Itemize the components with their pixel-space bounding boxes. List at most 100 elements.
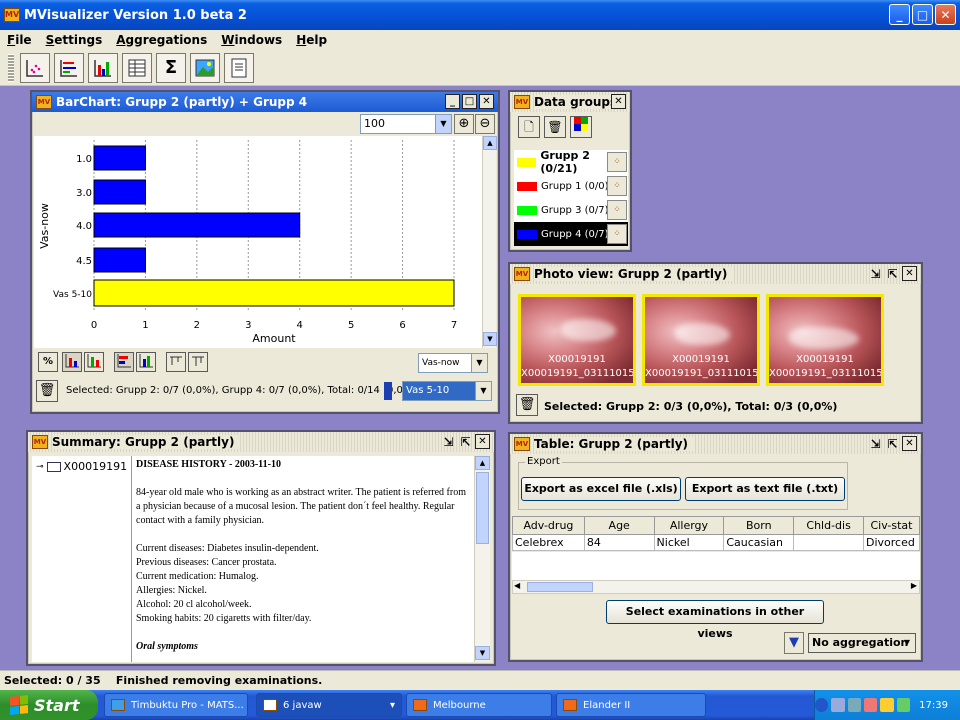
stacked-bars-icon[interactable] [84,352,104,372]
user-icon[interactable] [880,698,894,712]
barchart-titlebar[interactable]: MV BarChart: Grupp 2 (partly) + Grupp 4 … [32,92,498,112]
restore-icon[interactable]: ⇲ [441,434,456,449]
summary-titlebar[interactable]: MV Summary: Grupp 2 (partly) ⇲ ⇱ ✕ [28,432,494,452]
undock-icon[interactable]: ⇱ [885,266,900,281]
column-header[interactable]: Adv-drug [512,516,585,535]
table-titlebar[interactable]: MV Table: Grupp 2 (partly) ⇲ ⇱ ✕ [510,434,921,454]
photo-thumbnail[interactable]: X00019191 X00019191_03111015... [642,294,760,386]
category-select[interactable]: Vas 5-10 ▼ [402,381,492,401]
frame-maximize-button[interactable]: □ [462,94,477,109]
start-button[interactable]: Start [0,690,98,720]
network-icon[interactable] [831,698,845,712]
toolbar-grip[interactable] [8,53,14,82]
column-header[interactable]: Born [723,516,795,535]
taskbar-item[interactable]: Timbuktu Pro - MATS... [104,693,248,717]
zoom-select[interactable]: 100 ▼ [360,114,452,134]
table-row[interactable]: Celebrex 84 Nickel Caucasian Divorced [512,534,921,551]
group-points-icon[interactable]: ⁘ [607,176,627,196]
new-group-icon[interactable]: 🗋 [518,116,540,138]
table-icon[interactable] [122,52,152,83]
frame-close-button[interactable]: ✕ [902,436,917,451]
group-colors-icon[interactable] [570,116,592,138]
tree-item[interactable]: ⊸ X00019191 [36,460,127,473]
sort-ascending-icon[interactable] [166,352,186,372]
undock-icon[interactable]: ⇱ [885,436,900,451]
frame-close-button[interactable]: ✕ [475,434,490,449]
photoview-titlebar[interactable]: MV Photo view: Grupp 2 (partly) ⇲ ⇱ ✕ [510,264,921,284]
column-header[interactable]: Chld-dis [793,516,864,535]
sort-descending-icon[interactable] [188,352,208,372]
bar [93,145,146,171]
frame-close-button[interactable]: ✕ [479,94,494,109]
export-excel-button[interactable]: Export as excel file (.xls) [521,477,681,501]
datagroup-item-grupp-1[interactable]: Grupp 1 (0/0) ⁘ [514,174,628,198]
frame-close-button[interactable]: ✕ [902,266,917,281]
undock-icon[interactable]: ⇱ [458,434,473,449]
photo-thumbnail[interactable]: X00019191 X00019191_03111015... [518,294,636,386]
chart-vertical-scrollbar[interactable]: ▲ ▼ [482,136,497,348]
frame-close-button[interactable]: ✕ [611,94,626,109]
restore-icon[interactable]: ⇲ [868,266,883,281]
zoom-out-icon[interactable]: ⊖ [475,114,495,134]
datagroups-titlebar[interactable]: MV Data groups ✕ [510,92,630,112]
scroll-right-icon[interactable]: ▶ [911,581,917,590]
column-header[interactable]: Age [583,516,655,535]
scroll-down-icon[interactable]: ▼ [475,646,490,660]
menu-help[interactable]: Help [289,33,334,47]
close-button[interactable]: ✕ [935,4,956,25]
volume-icon[interactable] [896,698,911,712]
tray-arrow-icon[interactable] [815,698,829,712]
zoom-in-icon[interactable]: ⊕ [454,114,474,134]
minimize-button[interactable]: _ [889,4,910,25]
photo-icon[interactable] [190,52,220,83]
taskbar-item[interactable]: 6 javaw ▾ [256,693,402,717]
document-icon[interactable] [224,52,254,83]
menu-settings[interactable]: Settings [39,33,110,47]
photo-thumbnail[interactable]: X00019191 X00019191_03111015... [766,294,884,386]
bar-chart[interactable]: 0 1 2 3 4 5 6 7 Amount Vas-now 1.0 3.0 4.0 4.5 Vas 5-1… [34,136,482,348]
column-header[interactable]: Allergy [653,516,725,535]
aggregation-select[interactable]: No aggregation ▼ [808,633,916,653]
restore-icon[interactable]: ⇲ [868,436,883,451]
scroll-left-icon[interactable]: ◀ [514,581,520,590]
scroll-up-icon[interactable]: ▲ [475,456,490,470]
y-axis-variable-select[interactable]: Vas-now ▼ [418,353,488,373]
group-points-icon[interactable]: ⁘ [607,224,627,244]
table-horizontal-scrollbar[interactable]: ◀ ▶ [512,580,920,594]
taskbar-item[interactable]: Elander II [556,693,706,717]
grouped-bars-icon[interactable] [136,352,156,372]
taskbar-item[interactable]: Melbourne [406,693,552,717]
bar-chart-icon[interactable] [88,52,118,83]
delete-group-icon[interactable]: 🗑 [544,116,566,138]
vertical-bars-icon[interactable] [62,352,82,372]
frame-minimize-button[interactable]: _ [445,94,460,109]
column-header[interactable]: Civ-stat [862,516,921,535]
group-points-icon[interactable]: ⁘ [607,200,627,220]
filter-icon[interactable]: ▼ [784,632,804,654]
parallel-coords-icon[interactable] [54,52,84,83]
menu-aggregations[interactable]: Aggregations [109,33,214,47]
percent-button[interactable]: % [38,352,58,372]
trash-icon[interactable]: 🗑 [516,394,538,416]
datagroup-item-grupp-3[interactable]: Grupp 3 (0/7) ⁘ [514,198,628,222]
menu-file[interactable]: File [0,33,39,47]
horizontal-bars-icon[interactable] [114,352,134,372]
summary-scrollbar[interactable]: ▲ ▼ [474,456,490,662]
scroll-up-icon[interactable]: ▲ [483,136,497,150]
trash-icon[interactable]: 🗑 [36,380,58,402]
photoview-selection-status: Selected: Grupp 2: 0/3 (0,0%), Total: 0/… [544,400,838,413]
display-icon[interactable] [847,698,862,712]
group-points-icon[interactable]: ⁘ [607,152,627,172]
scroll-down-icon[interactable]: ▼ [483,332,497,346]
export-text-button[interactable]: Export as text file (.txt) [685,477,845,501]
select-examinations-button[interactable]: Select examinations in other views [606,600,824,640]
scroll-thumb[interactable] [527,582,593,592]
maximize-button[interactable]: □ [912,4,933,25]
datagroup-item-grupp-2[interactable]: Grupp 2 (0/21) ⁘ [514,149,628,175]
sigma-icon[interactable]: Σ [156,52,186,83]
scatter-plot-icon[interactable] [20,52,50,83]
security-icon[interactable] [864,698,878,712]
datagroup-item-grupp-4[interactable]: Grupp 4 (0/7) ⁘ [514,222,628,246]
menu-windows[interactable]: Windows [214,33,289,47]
scroll-thumb[interactable] [476,472,489,544]
